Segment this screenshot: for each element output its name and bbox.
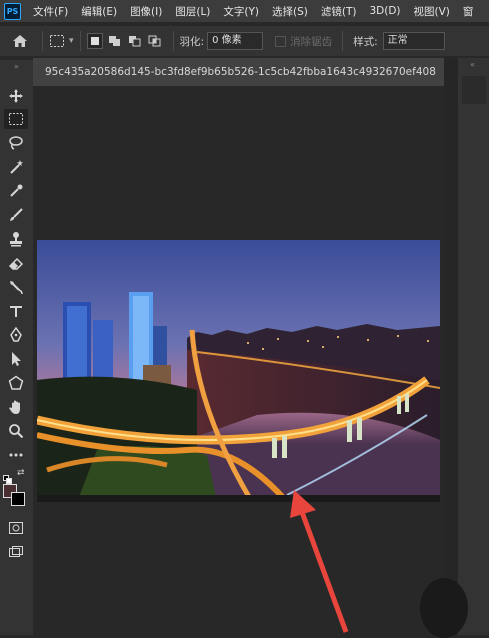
red-arrow-annotation bbox=[290, 490, 349, 633]
marquee-preset-icon[interactable] bbox=[49, 34, 65, 48]
menu-select[interactable]: 选择(S) bbox=[272, 4, 308, 19]
divider bbox=[172, 31, 174, 51]
type-icon[interactable] bbox=[4, 301, 28, 321]
panel-icon-strip[interactable] bbox=[462, 76, 486, 104]
eraser-icon[interactable] bbox=[4, 253, 28, 273]
pen-icon[interactable] bbox=[4, 325, 28, 345]
eyedropper-icon[interactable] bbox=[4, 181, 28, 201]
screen-mode-icon[interactable] bbox=[4, 542, 28, 562]
style-select[interactable]: 正常 bbox=[382, 32, 445, 50]
tools-panel: » ⇄ bbox=[0, 60, 33, 635]
menu-type[interactable]: 文字(Y) bbox=[223, 4, 259, 19]
hand-icon[interactable] bbox=[4, 397, 28, 417]
menu-file[interactable]: 文件(F) bbox=[33, 4, 68, 19]
antialias-checkbox[interactable] bbox=[275, 35, 287, 47]
zoom-icon[interactable] bbox=[4, 421, 28, 441]
stamp-icon[interactable] bbox=[4, 229, 28, 249]
home-icon[interactable] bbox=[12, 34, 28, 48]
background-color-swatch[interactable] bbox=[11, 492, 25, 506]
antialias-label: 消除锯齿 bbox=[290, 35, 333, 48]
menu-filter[interactable]: 滤镜(T) bbox=[321, 4, 357, 19]
more-icon[interactable] bbox=[4, 445, 28, 465]
style-label: 样式: bbox=[353, 35, 378, 48]
panel-collapse-icon[interactable]: » bbox=[0, 62, 33, 71]
document-tab[interactable]: 95c435a20586d145-bc3fd8ef9b65b526-1c5cb4… bbox=[33, 58, 444, 86]
marquee-icon[interactable] bbox=[4, 109, 28, 129]
brush-icon[interactable] bbox=[4, 205, 28, 225]
chevron-down-icon[interactable]: ▾ bbox=[69, 36, 74, 46]
scroll-gutter bbox=[444, 58, 458, 635]
divider bbox=[79, 31, 81, 51]
divider bbox=[42, 31, 43, 51]
divider bbox=[342, 31, 344, 51]
menu-3d[interactable]: 3D(D) bbox=[369, 5, 400, 17]
feather-input[interactable]: 0 像素 bbox=[207, 32, 264, 50]
menu-window[interactable]: 窗 bbox=[463, 4, 474, 19]
options-bar: ▾ 羽化: 0 像素 消除锯齿 样式: 正常 bbox=[0, 26, 489, 56]
document-tab-bar: 95c435a20586d145-bc3fd8ef9b65b526-1c5cb4… bbox=[33, 58, 444, 86]
menu-bar: PS 文件(F) 编辑(E) 图像(I) 图层(L) 文字(Y) 选择(S) 滤… bbox=[0, 0, 489, 22]
swap-colors-icon[interactable]: ⇄ bbox=[17, 468, 25, 478]
subtract-selection-button[interactable] bbox=[127, 33, 143, 49]
photoshop-logo[interactable]: PS bbox=[4, 2, 21, 20]
canvas-area[interactable] bbox=[33, 86, 444, 635]
feather-label: 羽化: bbox=[179, 35, 205, 48]
new-selection-button[interactable] bbox=[86, 33, 103, 49]
quick-mask-icon[interactable] bbox=[4, 518, 28, 538]
pen-curve-icon[interactable] bbox=[4, 277, 28, 297]
menu-layer[interactable]: 图层(L) bbox=[175, 4, 210, 19]
lasso-icon[interactable] bbox=[4, 133, 28, 153]
city-night-photo bbox=[37, 240, 440, 502]
intersect-selection-button[interactable] bbox=[147, 33, 163, 49]
menu-image[interactable]: 图像(I) bbox=[130, 4, 162, 19]
menu-edit[interactable]: 编辑(E) bbox=[81, 4, 117, 19]
add-selection-button[interactable] bbox=[107, 33, 123, 49]
path-select-icon[interactable] bbox=[4, 349, 28, 369]
dark-shadow bbox=[420, 578, 468, 638]
panel-collapse-icon[interactable]: « bbox=[470, 60, 475, 69]
move-icon[interactable] bbox=[4, 86, 28, 106]
magic-wand-icon[interactable] bbox=[4, 157, 28, 177]
shape-icon[interactable] bbox=[4, 373, 28, 393]
menu-view[interactable]: 视图(V) bbox=[414, 4, 450, 19]
right-panel-dock: « bbox=[458, 58, 489, 635]
